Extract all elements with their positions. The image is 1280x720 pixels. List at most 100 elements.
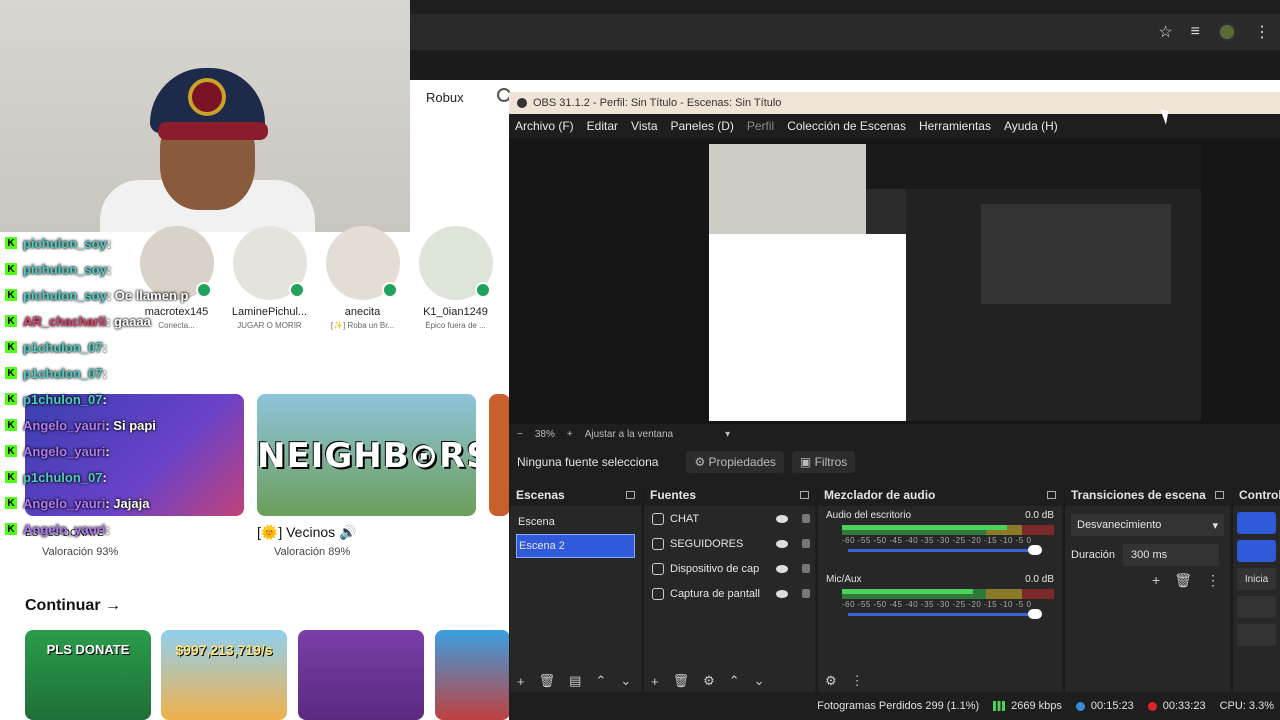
control-button[interactable] (1237, 596, 1276, 618)
live-icon (1075, 701, 1085, 711)
chat-username: Angelo_yauri (23, 417, 106, 433)
chat-message: : (102, 391, 107, 407)
more-icon[interactable]: ⋮ (1206, 572, 1220, 589)
menu-paneles[interactable]: Paneles (D) (671, 119, 734, 133)
filters-button[interactable]: ▣ Filtros (791, 451, 856, 473)
add-icon[interactable]: + (651, 674, 659, 689)
lock-icon[interactable] (802, 589, 810, 598)
game-card-partial[interactable] (489, 394, 510, 516)
eye-icon[interactable] (776, 589, 788, 598)
game-card-neighbors[interactable]: NEIGHB⊙RS (257, 394, 476, 516)
lock-icon[interactable] (802, 514, 810, 523)
transitions-dock: Transiciones de escena Desvanecimiento ▾ … (1064, 484, 1230, 694)
game-tile[interactable] (435, 630, 510, 720)
gear-icon[interactable]: ⚙ (703, 673, 715, 689)
game-tile[interactable]: $997,213,719/s (161, 630, 287, 720)
zoom-value: 38% (534, 428, 555, 440)
chevron-up-icon[interactable]: ⌃ (595, 673, 606, 689)
chevron-up-icon[interactable]: ⌃ (729, 673, 740, 689)
trash-icon[interactable]: 🗑 (1174, 572, 1192, 589)
menu-herramientas[interactable]: Herramientas (919, 119, 991, 133)
chat-message: : gaaaa (106, 313, 151, 329)
chevron-down-icon[interactable]: ▾ (725, 429, 730, 440)
volume-slider[interactable] (848, 545, 1042, 555)
source-item[interactable]: SEGUIDORES (644, 531, 815, 556)
more-icon[interactable]: ⋮ (851, 673, 864, 689)
online-badge (288, 282, 305, 298)
tile-label: PLS DONATE (46, 642, 130, 657)
eye-icon[interactable] (776, 514, 788, 523)
menu-perfil[interactable]: Perfil (747, 119, 774, 133)
chevron-down-icon[interactable]: ⌄ (754, 673, 765, 689)
volume-meter (842, 525, 1054, 535)
dock-header: Fuentes (644, 484, 815, 506)
friend-item[interactable]: K1_0ian1249 Épico fuera de ... (409, 226, 502, 330)
zoom-out-button[interactable]: − (517, 429, 523, 440)
media-icon[interactable]: ≡ (1191, 23, 1200, 41)
advanced-audio-icon[interactable]: ⚙ (825, 673, 837, 689)
dock-header: Mezclador de audio (818, 484, 1062, 506)
trash-icon[interactable]: 🗑 (673, 673, 690, 689)
filter-icon[interactable]: ▤ (569, 673, 581, 689)
lock-icon[interactable] (802, 564, 810, 573)
chat-message: : (106, 261, 112, 277)
star-icon[interactable]: ☆ (1158, 22, 1172, 42)
menu-coleccion[interactable]: Colección de Escenas (787, 119, 906, 133)
meter-scale: -60 -55 -50 -45 -40 -35 -30 -25 -20 -15 … (842, 536, 1032, 545)
trash-icon[interactable]: 🗑 (539, 673, 556, 689)
popout-icon[interactable] (626, 491, 635, 499)
add-icon[interactable]: + (517, 674, 525, 689)
menu-ayuda[interactable]: Ayuda (H) (1004, 119, 1058, 133)
source-item[interactable]: Dispositivo de cap (644, 556, 815, 581)
chat-username: Angelo_yauri (23, 495, 106, 511)
scene-item-selected[interactable]: Escena 2 (516, 534, 635, 558)
preview-roblox (709, 234, 906, 421)
chat-overlay: Kpichulon_soy: Kpichulon_soy: Kpichulon_so… (0, 230, 250, 542)
menu-vista[interactable]: Vista (631, 119, 657, 133)
continue-section-title[interactable]: Continuar → (25, 597, 121, 615)
slider-knob[interactable] (1028, 545, 1042, 555)
chat-line: K AR_chacharli: gaaaa (0, 308, 250, 334)
source-item[interactable]: CHAT (644, 506, 815, 531)
chat-line: Kp1chulon_07: (0, 464, 250, 490)
more-icon[interactable]: ⋮ (1254, 22, 1270, 42)
scene-item[interactable]: Escena (510, 510, 641, 534)
friend-item[interactable]: anecita [✨] Roba un Br... (316, 226, 409, 330)
neighbors-logo: NEIGHB⊙RS (257, 436, 476, 476)
game-title[interactable]: [🌞] Vecinos 🔊 (257, 524, 356, 541)
control-button[interactable] (1237, 624, 1276, 646)
dock-header: Escenas (510, 484, 641, 506)
profile-icon[interactable] (1218, 23, 1236, 41)
start-button[interactable]: Inicia (1237, 568, 1276, 590)
kick-badge-icon: K (5, 523, 17, 535)
eye-icon[interactable] (776, 564, 788, 573)
chevron-down-icon[interactable]: ⌄ (620, 673, 631, 689)
volume-slider[interactable] (848, 609, 1042, 619)
game-tile[interactable] (298, 630, 424, 720)
eye-icon[interactable] (776, 539, 788, 548)
menu-archivo[interactable]: Archivo (F) (515, 119, 574, 133)
mixer-channel: Mic/Aux 0.0 dB -60 -55 -50 -45 -40 -35 -3… (818, 570, 1062, 619)
popout-icon[interactable] (1047, 491, 1056, 499)
kick-badge-icon: K (5, 471, 17, 483)
slider-knob[interactable] (1028, 609, 1042, 619)
zoom-fit-select[interactable]: Ajustar a la ventana (585, 429, 673, 440)
record-button[interactable] (1237, 540, 1276, 562)
menu-editar[interactable]: Editar (587, 119, 618, 133)
duration-input[interactable]: 300 ms (1123, 544, 1220, 566)
popout-icon[interactable] (1215, 491, 1224, 499)
zoom-in-button[interactable]: + (567, 429, 573, 440)
preview-area[interactable] (509, 138, 1280, 424)
add-icon[interactable]: + (1152, 572, 1160, 589)
robux-link[interactable]: Robux (426, 90, 464, 105)
stream-button[interactable] (1237, 512, 1276, 534)
chat-username: Angelo_yauri (23, 443, 106, 459)
transition-select[interactable]: Desvanecimiento ▾ (1071, 514, 1224, 536)
source-item[interactable]: Captura de pantall (644, 581, 815, 606)
popout-icon[interactable] (800, 491, 809, 499)
friend-name: anecita (344, 306, 381, 318)
game-tile[interactable]: PLS DONATE (25, 630, 151, 720)
lock-icon[interactable] (802, 539, 810, 548)
properties-button[interactable]: ⚙ Propiedades (686, 451, 784, 473)
preview-canvas[interactable] (709, 144, 1201, 421)
